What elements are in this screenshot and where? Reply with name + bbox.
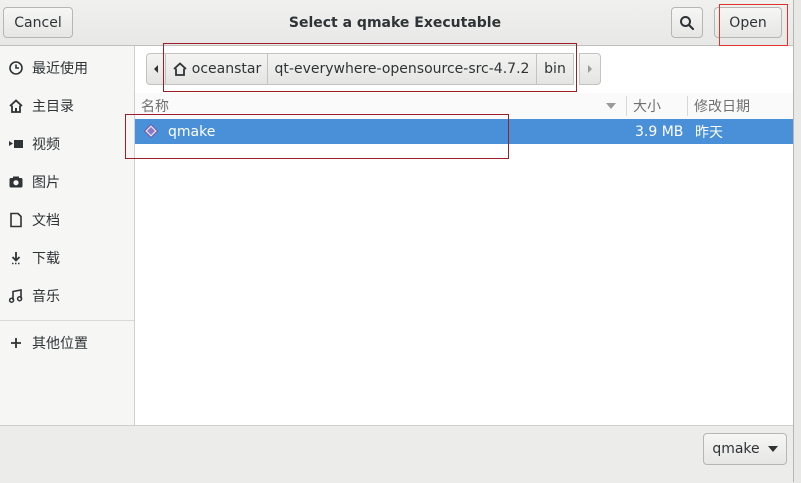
search-icon — [680, 15, 695, 30]
file-name: qmake — [168, 123, 216, 140]
music-icon — [8, 288, 24, 304]
places-sidebar: 最近使用 主目录 视频 图片 文档 下载 音乐 其他位置 — [0, 46, 135, 425]
sidebar-item-other-locations[interactable]: 其他位置 — [0, 324, 134, 362]
sidebar-item-home[interactable]: 主目录 — [0, 87, 134, 125]
sort-indicator[interactable] — [605, 93, 617, 119]
plus-icon — [8, 335, 24, 351]
path-segment-label: oceanstar — [191, 61, 262, 77]
path-segment-home[interactable]: oceanstar — [165, 53, 268, 85]
sidebar-item-music[interactable]: 音乐 — [0, 277, 134, 315]
sidebar-item-downloads[interactable]: 下载 — [0, 239, 134, 277]
file-chooser-dialog: Cancel Select a qmake Executable Open 最近… — [0, 0, 794, 483]
chevron-left-icon — [154, 65, 158, 73]
column-divider — [626, 96, 627, 116]
sidebar-item-recent[interactable]: 最近使用 — [0, 49, 134, 87]
file-filter-label: qmake — [712, 441, 760, 457]
sidebar-item-label: 文档 — [32, 213, 60, 229]
cancel-button[interactable]: Cancel — [3, 7, 73, 38]
sidebar-item-label: 其他位置 — [32, 336, 88, 352]
path-segment-qt[interactable]: qt-everywhere-opensource-src-4.7.2 — [267, 53, 537, 85]
file-size: 3.9 MB — [635, 123, 684, 140]
column-header-modified[interactable]: 修改日期 — [694, 93, 750, 119]
chevron-right-icon — [588, 65, 592, 73]
chevron-down-icon — [767, 446, 778, 452]
dialog-title: Select a qmake Executable — [288, 14, 502, 31]
path-scroll-left-button[interactable] — [146, 53, 166, 85]
chevron-down-icon — [606, 103, 616, 109]
open-button[interactable]: Open — [714, 7, 782, 38]
home-icon — [173, 62, 187, 76]
sidebar-item-documents[interactable]: 文档 — [0, 201, 134, 239]
path-bar: oceanstar qt-everywhere-opensource-src-4… — [146, 53, 601, 85]
path-segment-bin[interactable]: bin — [536, 53, 574, 85]
video-icon — [8, 136, 24, 152]
executable-file-icon — [143, 123, 159, 139]
file-modified: 昨天 — [695, 124, 723, 141]
sidebar-item-label: 下载 — [32, 251, 60, 267]
path-scroll-right-button[interactable] — [579, 53, 601, 85]
clock-icon — [8, 60, 24, 76]
column-header-name[interactable]: 名称 — [141, 93, 169, 119]
home-icon — [8, 98, 24, 114]
column-header-size[interactable]: 大小 — [633, 93, 661, 119]
sidebar-item-pictures[interactable]: 图片 — [0, 163, 134, 201]
file-list-header: 名称 大小 修改日期 — [135, 93, 793, 120]
file-filter-dropdown[interactable]: qmake — [703, 433, 787, 465]
sidebar-item-videos[interactable]: 视频 — [0, 125, 134, 163]
sidebar-item-label: 音乐 — [32, 289, 60, 305]
sidebar-separator — [0, 320, 134, 321]
dialog-footer: qmake — [0, 425, 793, 483]
background-window — [794, 0, 801, 482]
header-bar: Cancel Select a qmake Executable Open — [0, 0, 793, 46]
sidebar-item-label: 主目录 — [32, 99, 74, 115]
download-icon — [8, 250, 24, 266]
sidebar-item-label: 最近使用 — [32, 61, 88, 77]
camera-icon — [8, 174, 24, 190]
document-icon — [8, 212, 24, 228]
sidebar-item-label: 图片 — [32, 175, 60, 191]
search-button[interactable] — [671, 7, 703, 38]
file-row-selected[interactable]: qmake 3.9 MB 昨天 — [135, 119, 793, 144]
sidebar-item-label: 视频 — [32, 137, 60, 153]
column-divider — [687, 96, 688, 116]
